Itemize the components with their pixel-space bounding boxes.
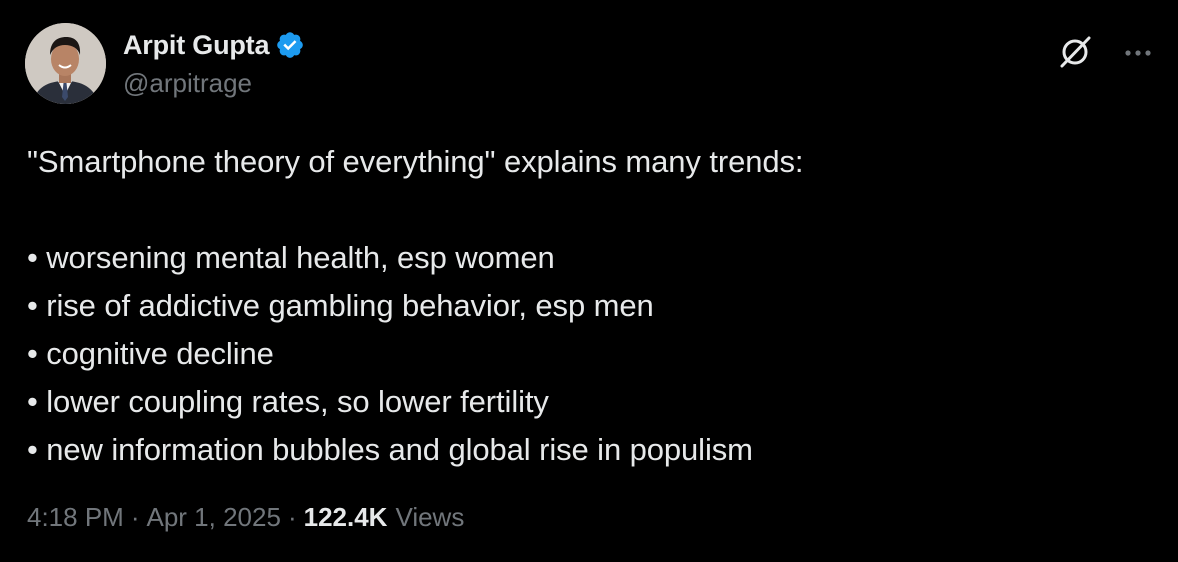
tweet-bullet: • cognitive decline — [27, 336, 274, 371]
author-name-row: Arpit Gupta — [123, 27, 305, 63]
author-display-name[interactable]: Arpit Gupta — [123, 30, 269, 61]
avatar-image — [25, 23, 106, 104]
tweet-text: "Smartphone theory of everything" explai… — [27, 138, 1147, 474]
views-label[interactable]: Views — [395, 502, 464, 533]
views-count[interactable]: 122.4K — [304, 502, 388, 533]
tweet-bullet: • new information bubbles and global ris… — [27, 432, 753, 467]
author-handle[interactable]: @arpitrage — [123, 68, 252, 99]
meta-separator: · — [130, 502, 140, 532]
tweet-meta: 4:18 PM · Apr 1, 2025 · 122.4K Views — [27, 502, 464, 533]
grok-icon[interactable] — [1056, 33, 1094, 71]
tweet-date[interactable]: Apr 1, 2025 — [147, 502, 281, 533]
tweet-bullet: • rise of addictive gambling behavior, e… — [27, 288, 654, 323]
more-options-icon[interactable] — [1120, 38, 1156, 68]
tweet-intro: "Smartphone theory of everything" explai… — [27, 144, 804, 179]
verified-badge-icon[interactable] — [275, 30, 305, 60]
tweet: Arpit Gupta @arpitrage "Smartphone theor… — [0, 0, 1178, 562]
tweet-bullet: • lower coupling rates, so lower fertili… — [27, 384, 549, 419]
tweet-bullet: • worsening mental health, esp women — [27, 240, 555, 275]
meta-separator: · — [287, 502, 297, 532]
avatar[interactable] — [25, 23, 106, 104]
tweet-time[interactable]: 4:18 PM — [27, 502, 124, 533]
